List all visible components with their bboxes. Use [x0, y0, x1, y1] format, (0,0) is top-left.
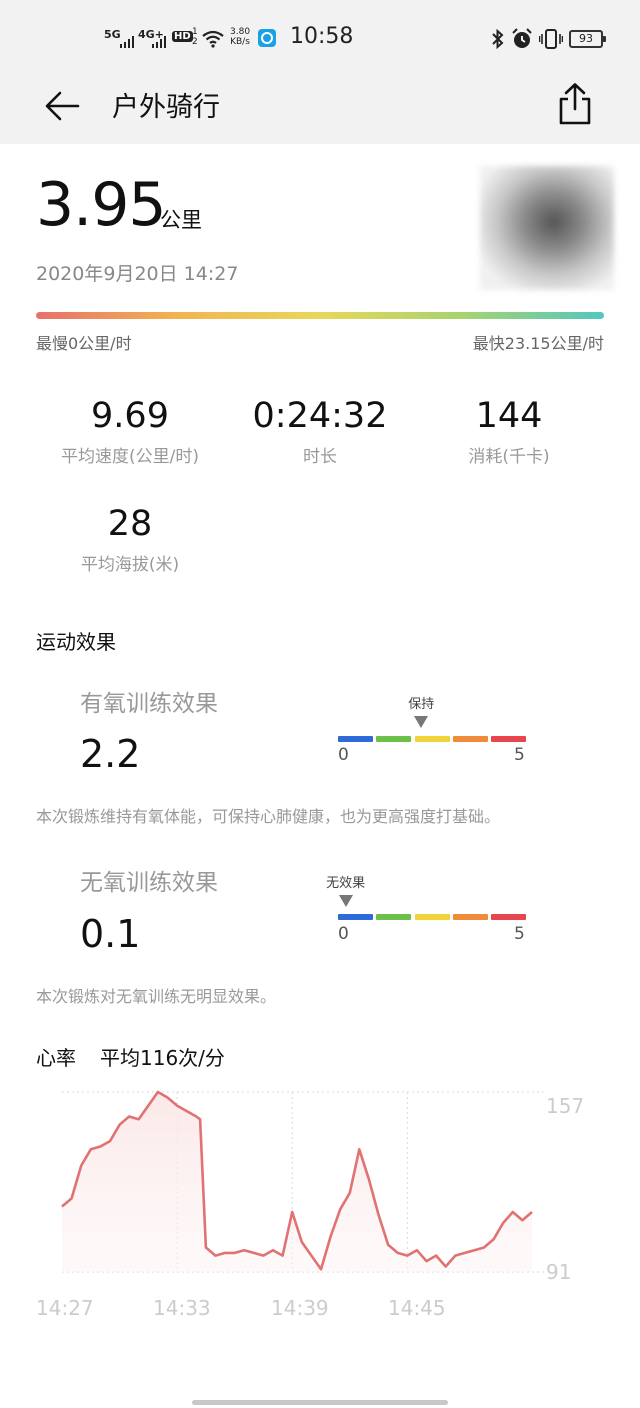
heart-rate-area: [62, 1092, 532, 1272]
effect-scale-segment: [491, 914, 526, 920]
heart-rate-average: 平均116次/分: [100, 1046, 225, 1070]
effect-section-title: 运动效果: [36, 630, 116, 654]
hd-sub-2: 2: [192, 37, 198, 47]
effect-scale-segment: [452, 736, 488, 742]
aerobic-marker-label: 保持: [408, 697, 435, 712]
sim1-signal: 5G: [104, 28, 121, 41]
workout-date: 2020年9月20日 14:27: [36, 263, 239, 285]
x-tick-label: 14:45: [388, 1296, 446, 1320]
hd-badge: HD: [172, 31, 193, 42]
anaerobic-effect-value: 0.1: [80, 912, 141, 956]
stat-label: 平均海拔(米): [80, 555, 180, 575]
anaerobic-effect-name: 无氧训练效果: [80, 870, 218, 896]
stat-label: 消耗(千卡): [468, 447, 550, 467]
route-thumbnail[interactable]: [480, 166, 614, 290]
y-axis-max-label: 157: [546, 1094, 585, 1118]
anaerobic-marker-label: 无效果: [326, 876, 366, 891]
vibrate-icon: [539, 29, 563, 49]
effect-scale-segment: [338, 736, 373, 742]
stat-avg-speed: 9.69 平均速度(公里/时): [35, 396, 225, 467]
effect-scale-segment: [414, 914, 450, 920]
effect-scale-segment: [338, 914, 373, 920]
aerobic-effect-scale: [338, 736, 526, 742]
stat-label: 平均速度(公里/时): [61, 447, 199, 467]
aerobic-scale-max: 5: [514, 745, 525, 765]
stat-label: 时长: [303, 447, 337, 467]
y-axis-min-label: 91: [546, 1260, 572, 1284]
anaerobic-scale-min: 0: [338, 924, 349, 944]
aerobic-effect-description: 本次锻炼维持有氧体能，可保持心肺健康，也为更高强度打基础。: [36, 807, 501, 826]
network-speed-value: 3.80: [230, 27, 251, 37]
home-indicator[interactable]: [192, 1400, 448, 1405]
network-speed-unit: KB/s: [230, 37, 250, 47]
stat-value: 28: [107, 504, 153, 544]
battery-indicator: 93: [569, 30, 606, 48]
signal-bars-icon: [152, 36, 166, 48]
heart-rate-chart: [61, 1090, 545, 1273]
distance-value: 3.95: [36, 170, 167, 240]
bluetooth-icon: [492, 29, 504, 49]
effect-scale-segment: [452, 914, 488, 920]
speed-max-label: 最快23.15公里/时: [472, 334, 604, 353]
anaerobic-effect-description: 本次锻炼对无氧训练无明显效果。: [36, 987, 277, 1006]
app-bar: 户外骑行: [0, 78, 640, 144]
effect-scale-segment: [376, 914, 412, 920]
aerobic-scale-min: 0: [338, 745, 349, 765]
distance-unit: 公里: [160, 208, 202, 232]
stat-value: 9.69: [91, 396, 169, 436]
effect-scale-segment: [376, 736, 412, 742]
effect-scale-segment: [491, 736, 526, 742]
x-tick-label: 14:27: [36, 1296, 94, 1320]
app-notification-icon: [258, 29, 276, 47]
clock: 10:58: [290, 24, 354, 49]
signal-bars-icon: [120, 36, 134, 48]
aerobic-effect-value: 2.2: [80, 732, 141, 776]
share-icon[interactable]: [556, 82, 594, 126]
effect-scale-segment: [414, 736, 450, 742]
heart-rate-title: 心率: [36, 1046, 76, 1070]
stat-duration: 0:24:32 时长: [225, 396, 415, 467]
stat-value: 0:24:32: [252, 396, 388, 436]
anaerobic-effect-scale: [338, 914, 526, 920]
back-arrow-icon[interactable]: [44, 86, 84, 126]
x-tick-label: 14:39: [271, 1296, 329, 1320]
stat-value: 144: [475, 396, 543, 436]
hd-sub-1: 1: [192, 27, 198, 37]
speed-min-label: 最慢0公里/时: [36, 334, 132, 353]
speed-gradient-bar: [36, 312, 604, 319]
wifi-icon: [202, 30, 224, 48]
status-bar: 5G 4G+ HD 1 2 3.80 KB/s 10:58 93: [0, 0, 640, 78]
aerobic-effect-name: 有氧训练效果: [80, 691, 218, 717]
aerobic-marker-icon: [414, 716, 429, 728]
stat-calories: 144 消耗(千卡): [414, 396, 604, 467]
anaerobic-scale-max: 5: [514, 924, 525, 944]
alarm-clock-icon: [512, 28, 532, 48]
anaerobic-marker-icon: [338, 895, 353, 907]
stat-avg-altitude: 28 平均海拔(米): [35, 504, 225, 575]
network-speed: 3.80 KB/s: [230, 27, 250, 47]
page-title: 户外骑行: [112, 92, 220, 123]
x-tick-label: 14:33: [153, 1296, 211, 1320]
